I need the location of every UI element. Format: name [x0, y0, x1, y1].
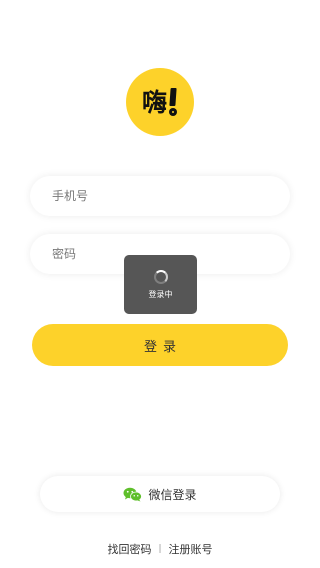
loading-spinner-icon [153, 270, 168, 284]
register-link[interactable]: 注册账号 [169, 541, 213, 557]
logo-text: 嗨 [141, 87, 167, 117]
wechat-login-label: 微信登录 [148, 487, 197, 502]
wechat-login-button[interactable]: 微信登录 [40, 476, 280, 512]
link-separator: | [158, 544, 162, 554]
login-screen: 嗨 登录 登录中 微信登录 找回密码 | 注册账号 [0, 0, 320, 568]
bottom-links: 找回密码 | 注册账号 [0, 541, 320, 557]
loading-toast: 登录中 [124, 255, 197, 314]
find-password-link[interactable]: 找回密码 [107, 541, 151, 557]
exclamation-icon [169, 88, 178, 116]
phone-field[interactable] [30, 176, 290, 216]
loading-text: 登录中 [148, 290, 173, 299]
login-button[interactable]: 登录 [32, 324, 288, 366]
wechat-icon [123, 487, 143, 501]
app-logo: 嗨 [126, 68, 194, 136]
phone-input[interactable] [30, 176, 290, 216]
